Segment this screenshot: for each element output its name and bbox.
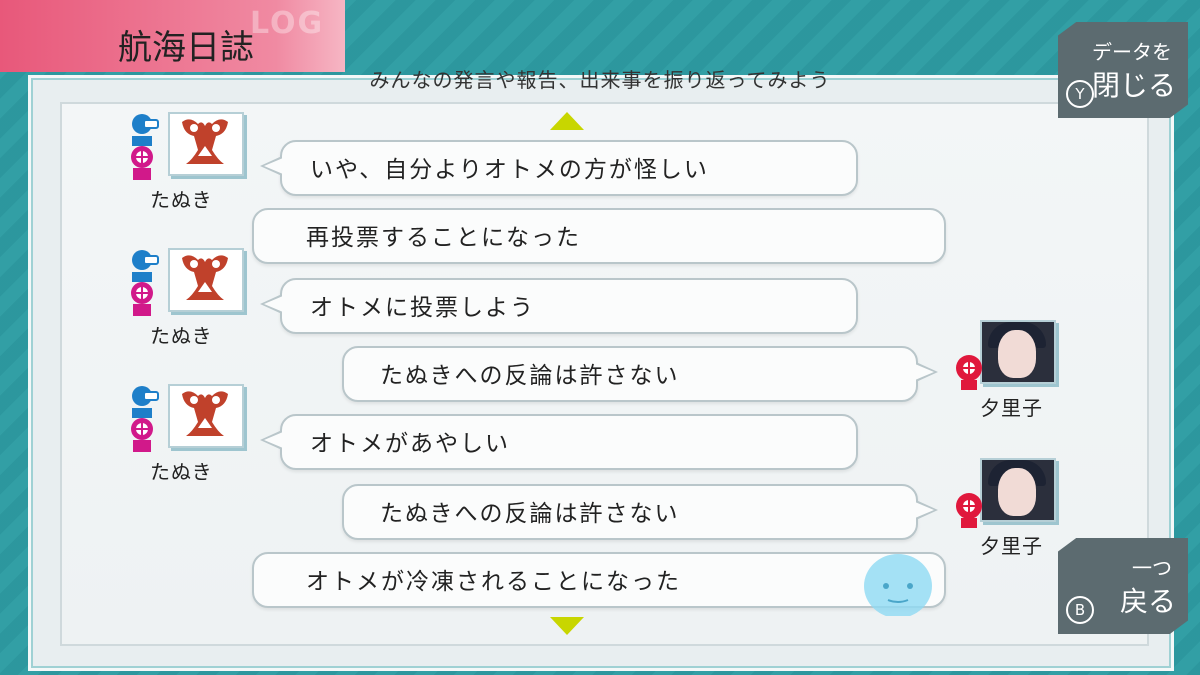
- log-entry[interactable]: 再投票することになった: [252, 208, 946, 264]
- log-entry[interactable]: たぬきへの反論は許さない: [342, 484, 938, 540]
- b-key-icon: B: [1066, 596, 1094, 624]
- role-guard-icon: [131, 418, 153, 452]
- log-entry[interactable]: オトメが冷凍されることになった: [252, 552, 946, 608]
- log-entry[interactable]: オトメがあやしい: [260, 414, 858, 470]
- logo-text: LOG: [250, 6, 325, 41]
- back-button[interactable]: 一つ 戻る B: [1058, 538, 1188, 634]
- log-entry-text: たぬきへの反論は許さない: [380, 363, 680, 389]
- speaker-tanuki: たぬき: [124, 384, 244, 484]
- tanuki-emblem-icon: [182, 391, 228, 436]
- avatar: [980, 320, 1056, 384]
- back-button-line2: 戻る: [1119, 585, 1176, 618]
- role-icons: [131, 386, 159, 452]
- log-entry[interactable]: いや、自分よりオトメの方が怪しい: [260, 140, 858, 196]
- page-title: 航海日誌: [118, 28, 254, 68]
- close-button-line2: 閉じる: [1091, 69, 1176, 102]
- y-key-icon: Y: [1066, 80, 1094, 108]
- log-entry[interactable]: オトメに投票しよう: [260, 278, 858, 334]
- log-entry-text: オトメに投票しよう: [310, 295, 535, 321]
- log-entry-text: オトメがあやしい: [310, 431, 510, 457]
- tanuki-emblem-icon: [182, 255, 228, 300]
- avatar: [980, 458, 1056, 522]
- speaker-name: たぬき: [150, 324, 213, 348]
- back-button-line1: 一つ: [1132, 556, 1172, 580]
- ghost-icon: [864, 554, 932, 616]
- log-entry-text: たぬきへの反論は許さない: [380, 501, 680, 527]
- speaker-tanuki: たぬき: [124, 248, 244, 348]
- role-guard-icon: [131, 282, 153, 316]
- role-engineer-icon: [132, 386, 159, 418]
- page-subtitle: みんなの発言や報告、出来事を振り返ってみよう: [369, 68, 831, 92]
- tanuki-emblem-icon: [182, 119, 228, 164]
- speaker-name: たぬき: [150, 188, 213, 212]
- avatar: [168, 384, 244, 448]
- speaker-name: 夕里子: [980, 534, 1043, 558]
- role-guard-icon: [131, 146, 153, 180]
- log-entry[interactable]: たぬきへの反論は許さない: [342, 346, 938, 402]
- speaker-name: 夕里子: [980, 396, 1043, 420]
- avatar: [168, 248, 244, 312]
- speaker-yuriko: 夕里子: [950, 458, 1070, 558]
- arrow-up-icon[interactable]: [550, 112, 584, 130]
- speaker-tanuki: たぬき: [124, 112, 244, 212]
- skull-icon: [956, 493, 982, 528]
- log-entry-text: いや、自分よりオトメの方が怪しい: [310, 157, 709, 183]
- skull-icon: [956, 355, 982, 390]
- role-icons: [131, 250, 159, 316]
- role-engineer-icon: [132, 114, 159, 146]
- arrow-down-icon[interactable]: [550, 617, 584, 635]
- portrait-face: [998, 330, 1036, 378]
- log-entry-text: オトメが冷凍されることになった: [306, 569, 681, 595]
- speaker-name: たぬき: [150, 460, 213, 484]
- close-data-button[interactable]: データを 閉じる Y: [1058, 22, 1188, 118]
- avatar: [168, 112, 244, 176]
- role-icons: [131, 114, 159, 180]
- log-entry-text: 再投票することになった: [306, 225, 581, 251]
- role-engineer-icon: [132, 250, 159, 282]
- close-button-line1: データを: [1092, 40, 1172, 64]
- speaker-yuriko: 夕里子: [950, 320, 1070, 420]
- portrait-face: [998, 468, 1036, 516]
